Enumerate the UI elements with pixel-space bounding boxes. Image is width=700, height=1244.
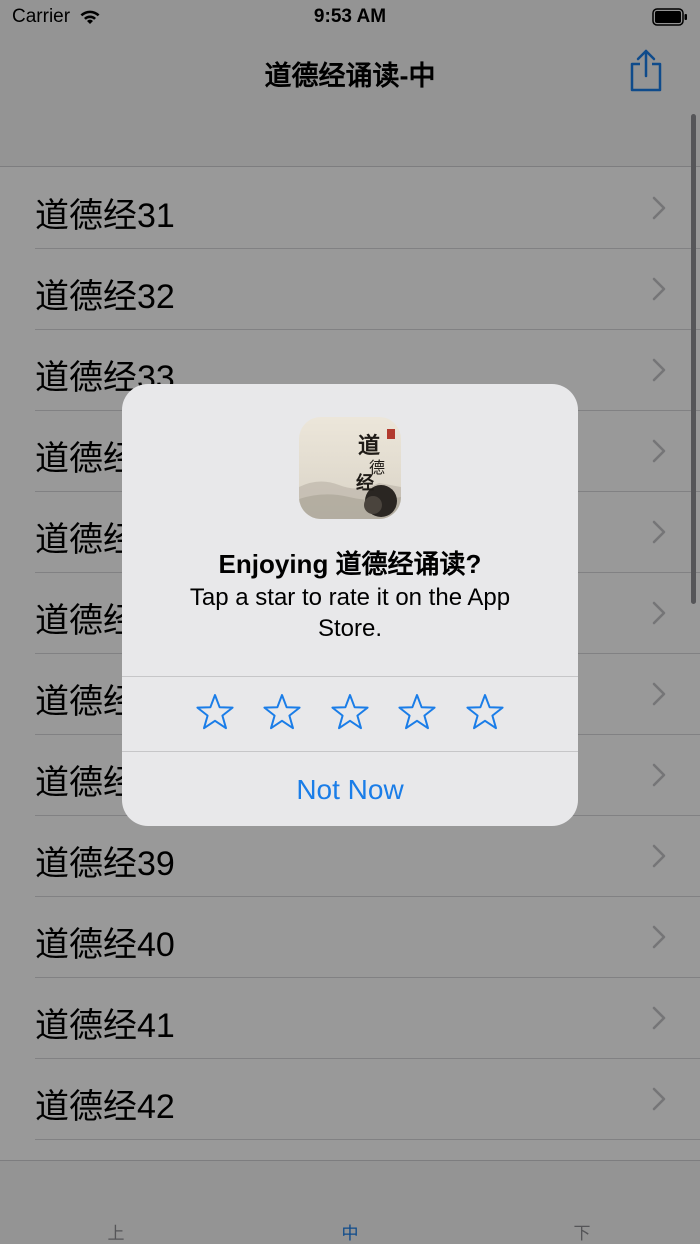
not-now-button[interactable]: Not Now: [122, 774, 578, 806]
app-icon-artwork: 道 德 经: [299, 417, 401, 519]
star-icon[interactable]: [195, 692, 235, 732]
alert-divider: [122, 751, 578, 752]
alert-title: Enjoying 道德经诵读?: [218, 549, 482, 579]
screen: Carrier 9:53 AM 道德经诵读-中 道德经31 道德经32 道德经3…: [0, 0, 700, 1244]
alert-message: Tap a star to rate it on the App Store.: [189, 584, 511, 642]
star-icon[interactable]: [262, 692, 302, 732]
alert-divider: [122, 676, 578, 677]
app-icon: 道 德 经: [299, 417, 401, 519]
app-icon-glyph-3: 经: [356, 472, 374, 494]
star-rating: [122, 692, 578, 738]
star-icon[interactable]: [330, 692, 370, 732]
rating-alert: 道 德 经 Enjoying 道德经诵读? Tap a star to rate…: [122, 384, 578, 826]
star-icon[interactable]: [465, 692, 505, 732]
app-icon-glyph-1: 道: [358, 433, 380, 459]
star-icon[interactable]: [397, 692, 437, 732]
